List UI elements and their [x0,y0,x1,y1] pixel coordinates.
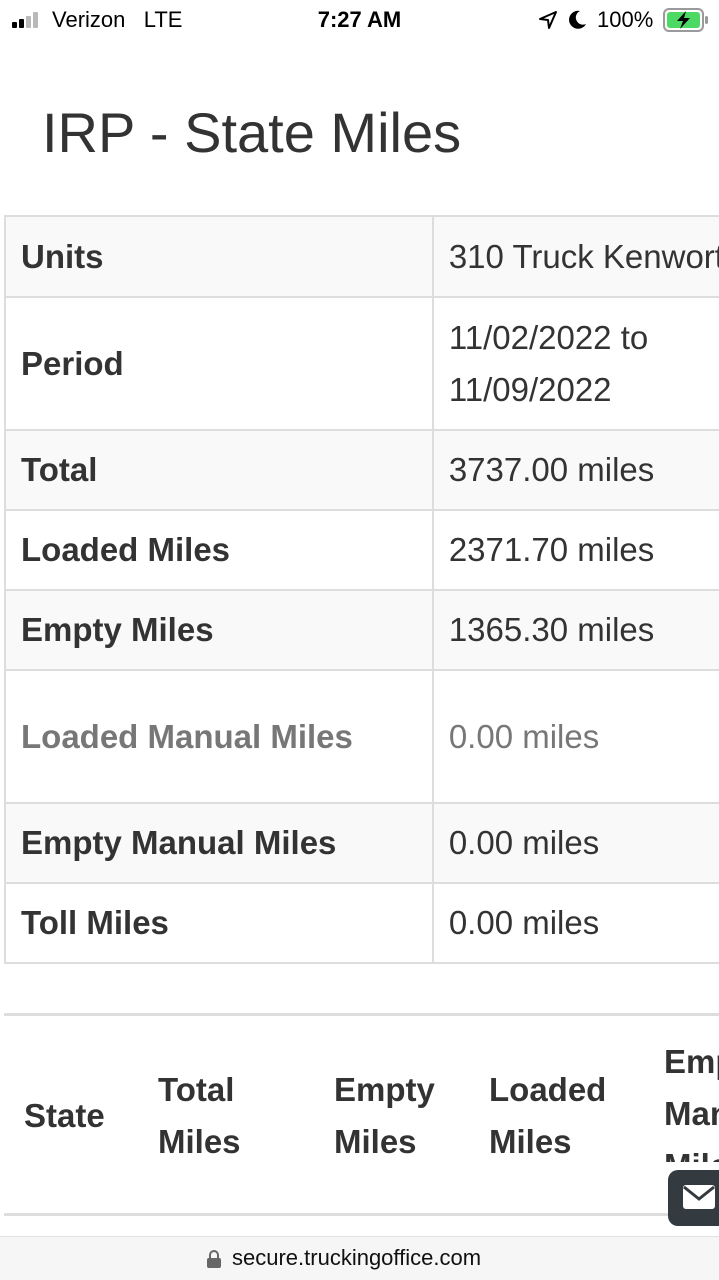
row-label-loaded-miles: Loaded Miles [4,509,434,591]
battery-percentage: 100% [597,7,654,32]
row-label-period: Period [4,296,434,431]
row-label-loaded-manual-miles: Loaded Manual Miles [4,669,434,804]
battery-charging-icon [663,8,708,32]
url-text: secure.truckingoffice.com [232,1245,482,1270]
envelope-icon [683,1185,715,1209]
row-value-units: 310 Truck Kenworth [431,215,719,298]
row-label-units: Units [4,215,434,298]
row-value-loaded-manual-miles: 0.00 miles [431,669,719,804]
row-label-empty-manual-miles: Empty Manual Miles [4,802,434,884]
row-value-total: 3737.00 miles [431,429,719,511]
table-row: Total 3737.00 miles [4,429,719,511]
table-row: Empty Miles 1365.30 miles [4,589,719,671]
table-row: Empty Manual Miles 0.00 miles [4,802,719,884]
lock-icon [207,1250,221,1268]
moon-icon [569,10,586,29]
browser-url-bar[interactable]: secure.truckingoffice.com [0,1236,719,1280]
table-row: Toll Miles 0.00 miles [4,882,719,964]
header-state: State [24,1097,105,1134]
row-label-total: Total [4,429,434,511]
row-value-period: 11/02/2022 to 11/09/2022 [431,296,719,431]
state-table-header-border [4,1213,719,1216]
row-value-loaded-miles: 2371.70 miles [431,509,719,591]
location-arrow-icon [539,11,557,29]
row-label-empty-miles: Empty Miles [4,589,434,671]
header-total-miles: Total Miles [158,1071,241,1160]
summary-table: Units 310 Truck Kenworth Period 11/02/20… [4,215,719,964]
state-table-top-border [4,1013,719,1016]
table-row: Loaded Miles 2371.70 miles [4,509,719,591]
page-title: IRP - State Miles [42,101,462,164]
table-row: Units 310 Truck Kenworth [4,215,719,298]
chat-button[interactable] [668,1170,719,1226]
table-row: Loaded Manual Miles 0.00 miles [4,669,719,804]
row-value-empty-manual-miles: 0.00 miles [431,802,719,884]
header-empty-manual-miles: Empty Manual Miles [664,1043,719,1162]
row-value-empty-miles: 1365.30 miles [431,589,719,671]
page: Verizon LTE 7:27 AM 100% IRP - State Mil… [0,0,719,1280]
row-label-toll-miles: Toll Miles [4,882,434,964]
period-value: 11/02/2022 to 11/09/2022 [448,318,649,408]
table-row: Period 11/02/2022 to 11/09/2022 [4,296,719,431]
header-loaded-miles: Loaded Miles [489,1071,607,1160]
row-value-toll-miles: 0.00 miles [431,882,719,964]
status-bar: Verizon LTE 7:27 AM 100% [0,0,719,40]
header-empty-manual-clip: Empty Manual Miles [664,1036,719,1162]
header-empty-miles: Empty Miles [334,1071,435,1160]
